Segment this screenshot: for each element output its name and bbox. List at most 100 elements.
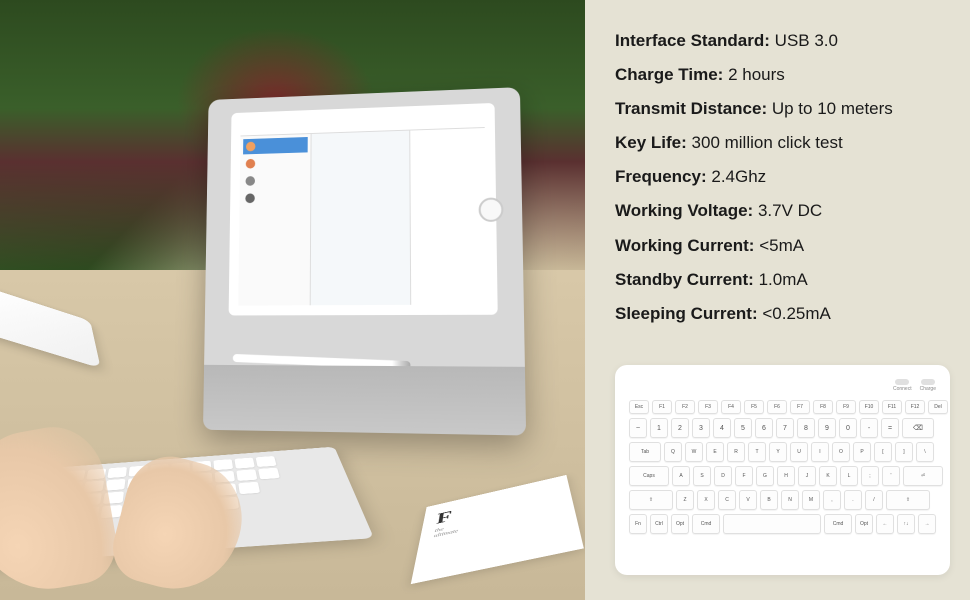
- keyboard-key: ': [882, 466, 900, 486]
- keyboard-key: /: [865, 490, 883, 510]
- keyboard-key: C: [718, 490, 736, 510]
- keyboard-key: ]: [895, 442, 913, 462]
- keyboard-key: ;: [861, 466, 879, 486]
- keyboard-key: ⌫: [902, 418, 934, 438]
- keyboard-key: [723, 514, 821, 534]
- keyboard-key: 2: [671, 418, 689, 438]
- spec-row: Sleeping Current: <0.25mA: [615, 303, 950, 325]
- tablet-case-stand: [203, 87, 526, 435]
- keyboard-key: ,: [823, 490, 841, 510]
- keyboard-key: J: [798, 466, 816, 486]
- keyboard-key: \: [916, 442, 934, 462]
- keyboard-key: Z: [676, 490, 694, 510]
- keyboard-key: Esc: [629, 400, 649, 414]
- keyboard-key: F10: [859, 400, 879, 414]
- spec-value: <0.25mA: [762, 304, 831, 323]
- keyboard-key: ⇧: [886, 490, 930, 510]
- keyboard-key: K: [819, 466, 837, 486]
- keyboard-key: M: [802, 490, 820, 510]
- keyboard-key: F11: [882, 400, 902, 414]
- spec-value: 300 million click test: [692, 133, 843, 152]
- keyboard-key: F8: [813, 400, 833, 414]
- keyboard-key: 7: [776, 418, 794, 438]
- keyboard-key: R: [727, 442, 745, 462]
- spec-label: Sleeping Current:: [615, 304, 758, 323]
- keyboard-key: F1: [652, 400, 672, 414]
- spec-label: Frequency:: [615, 167, 707, 186]
- keyboard-key: Cmd: [692, 514, 720, 534]
- spec-value: 1.0mA: [759, 270, 808, 289]
- keyboard-key: ⇧: [629, 490, 673, 510]
- keyboard-key: L: [840, 466, 858, 486]
- keyboard-key: F7: [790, 400, 810, 414]
- keyboard-key: H: [777, 466, 795, 486]
- spec-row: Frequency: 2.4Ghz: [615, 166, 950, 188]
- keyboard-key: Ctrl: [650, 514, 668, 534]
- keyboard-key: W: [685, 442, 703, 462]
- keyboard-key: 1: [650, 418, 668, 438]
- keyboard-key: F12: [905, 400, 925, 414]
- contact-item: [242, 189, 307, 206]
- keyboard-key: Fn: [629, 514, 647, 534]
- keyboard-product-render: Connect Charge EscF1F2F3F4F5F6F7F8F9F10F…: [615, 365, 950, 575]
- keyboard-key: U: [790, 442, 808, 462]
- keyboard-key: Tab: [629, 442, 661, 462]
- spec-value: Up to 10 meters: [772, 99, 893, 118]
- specs-panel: Interface Standard: USB 3.0 Charge Time:…: [585, 0, 970, 600]
- tablet-screen: [229, 103, 498, 316]
- keyboard-key: Q: [664, 442, 682, 462]
- keyboard-key: P: [853, 442, 871, 462]
- keyboard-key: Y: [769, 442, 787, 462]
- keyboard-row-fn: EscF1F2F3F4F5F6F7F8F9F10F11F12Del: [629, 400, 936, 414]
- keyboard-key: ⏎: [903, 466, 943, 486]
- keyboard-key: T: [748, 442, 766, 462]
- keyboard-key: N: [781, 490, 799, 510]
- tablet-home-button: [479, 197, 504, 222]
- spec-label: Standby Current:: [615, 270, 754, 289]
- chat-pane: [311, 131, 411, 306]
- contact-item: [243, 154, 308, 171]
- keyboard-key: [: [874, 442, 892, 462]
- spec-value: 2 hours: [728, 65, 785, 84]
- spec-row: Working Current: <5mA: [615, 235, 950, 257]
- connect-indicator: Connect: [893, 379, 912, 392]
- spec-label: Charge Time:: [615, 65, 723, 84]
- spec-row: Working Voltage: 3.7V DC: [615, 200, 950, 222]
- keyboard-key: →: [918, 514, 936, 534]
- keyboard-key: ↑↓: [897, 514, 915, 534]
- spec-value: 2.4Ghz: [711, 167, 766, 186]
- keyboard-key: Opt: [855, 514, 873, 534]
- spec-row: Standby Current: 1.0mA: [615, 269, 950, 291]
- spec-row: Interface Standard: USB 3.0: [615, 30, 950, 52]
- case-keyboard-tray: [203, 365, 526, 436]
- keyboard-row-1: ~1234567890-=⌫: [629, 418, 936, 438]
- keyboard-key: 6: [755, 418, 773, 438]
- spec-label: Key Life:: [615, 133, 687, 152]
- keyboard-key: F6: [767, 400, 787, 414]
- keyboard-key: F2: [675, 400, 695, 414]
- keyboard-key: Opt: [671, 514, 689, 534]
- spec-label: Interface Standard:: [615, 31, 770, 50]
- keyboard-key: F4: [721, 400, 741, 414]
- keyboard-key: Caps: [629, 466, 669, 486]
- product-lifestyle-photo: F the ultimate: [0, 0, 585, 600]
- keyboard-key: Del: [928, 400, 948, 414]
- spec-label: Working Current:: [615, 236, 754, 255]
- contact-item: [243, 172, 308, 189]
- keyboard-key: Cmd: [824, 514, 852, 534]
- spec-value: <5mA: [759, 236, 804, 255]
- keyboard-key: G: [756, 466, 774, 486]
- contact-item: [243, 137, 308, 154]
- keyboard-key: 0: [839, 418, 857, 438]
- keyboard-key: F3: [698, 400, 718, 414]
- keyboard-key: 3: [692, 418, 710, 438]
- keyboard-key: S: [693, 466, 711, 486]
- keyboard-key: O: [832, 442, 850, 462]
- keyboard-key: X: [697, 490, 715, 510]
- keyboard-key: 4: [713, 418, 731, 438]
- keyboard-key: ←: [876, 514, 894, 534]
- spec-label: Transmit Distance:: [615, 99, 767, 118]
- keyboard-key: A: [672, 466, 690, 486]
- keyboard-row-3: CapsASDFGHJKL;'⏎: [629, 466, 936, 486]
- keyboard-row-5: FnCtrlOptCmdCmdOpt←↑↓→: [629, 514, 936, 534]
